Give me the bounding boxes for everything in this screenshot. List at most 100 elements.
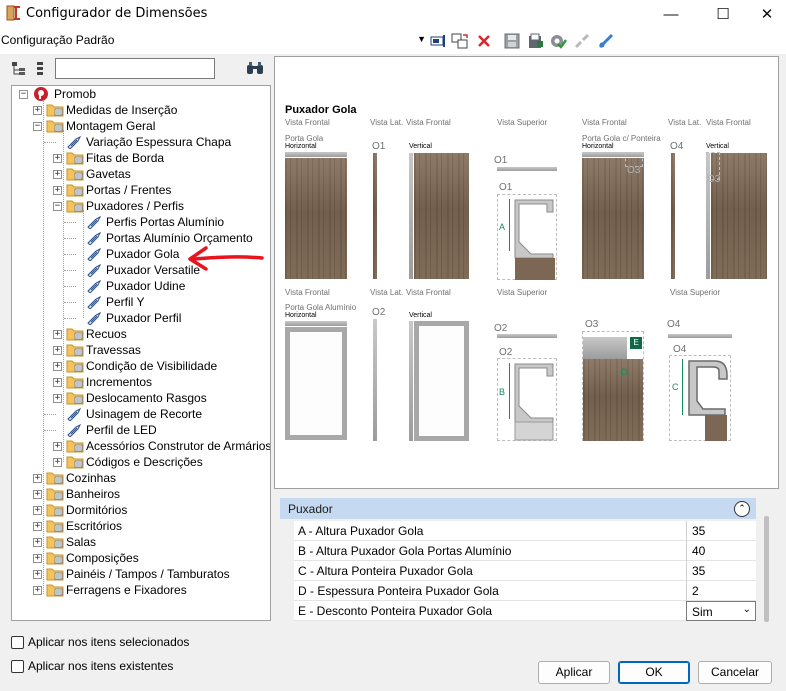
tree-item[interactable]: + Deslocamento Rasgos — [53, 390, 262, 406]
tree-item[interactable]: + Escritórios — [33, 518, 262, 534]
collapse-toggle[interactable]: − — [53, 202, 62, 211]
collapse-section-button[interactable]: ⌃ — [734, 501, 750, 517]
expand-toggle[interactable]: + — [33, 570, 42, 579]
tree-item[interactable]: Puxador Perfil — [64, 310, 262, 326]
property-row[interactable]: B - Altura Puxador Gola Portas Alumínio … — [280, 541, 756, 561]
expand-toggle[interactable]: + — [33, 506, 42, 515]
cancel-button[interactable]: Cancelar — [698, 661, 772, 684]
tree-item-label: Gavetas — [86, 167, 131, 181]
expand-toggle[interactable]: + — [33, 106, 42, 115]
property-row[interactable]: E - Desconto Ponteira Puxador Gola Sim ⌄ — [280, 601, 756, 621]
tree-item-label: Salas — [66, 535, 97, 549]
tree-item[interactable]: + Painéis / Tampos / Tamburatos — [33, 566, 262, 582]
expand-toggle[interactable]: + — [33, 522, 42, 531]
expand-toggle[interactable]: + — [33, 538, 42, 547]
copy-config-button[interactable] — [450, 31, 470, 51]
property-row[interactable]: D - Espessura Ponteira Puxador Gola 2 — [280, 581, 756, 601]
expand-toggle[interactable]: + — [53, 346, 62, 355]
apply-button[interactable]: Aplicar — [538, 661, 610, 684]
tree-item[interactable]: + Fitas de Borda — [53, 150, 262, 166]
expand-toggle[interactable]: + — [53, 186, 62, 195]
ok-button[interactable]: OK — [618, 661, 690, 684]
save-button[interactable] — [502, 31, 522, 51]
tree-item[interactable]: + Ferragens e Fixadores — [33, 582, 262, 598]
property-row[interactable]: A - Altura Puxador Gola 35 — [280, 521, 756, 541]
gola-profile-vertical — [409, 153, 413, 279]
property-value-input[interactable]: 35 — [686, 561, 756, 581]
tree-item-label: Composições — [66, 551, 139, 565]
door-side-view — [373, 153, 377, 279]
apply-selected-checkbox[interactable] — [11, 636, 24, 649]
minimize-button[interactable]: — — [648, 0, 694, 28]
link-button[interactable] — [596, 31, 616, 51]
tree-item[interactable]: Usinagem de Recorte — [44, 406, 262, 422]
save-icon — [504, 33, 520, 49]
tree-item[interactable]: Puxador Udine — [64, 278, 262, 294]
ponteira-top-view — [668, 334, 732, 338]
category-tree[interactable]: − Promob + Medidas de Inserção − Montagem G… — [11, 85, 271, 621]
expand-tree-button[interactable] — [10, 60, 28, 78]
property-row[interactable]: C - Altura Ponteira Puxador Gola 35 — [280, 561, 756, 581]
dimension-letter-a: A — [499, 222, 506, 232]
tree-item[interactable]: Perfil de LED — [44, 422, 262, 438]
apply-settings-button[interactable] — [548, 31, 568, 51]
expand-toggle[interactable]: + — [53, 394, 62, 403]
tree-item[interactable]: − Puxadores / Perfis — [53, 198, 262, 214]
apply-existing-checkbox[interactable] — [11, 660, 24, 673]
tree-item[interactable]: + Composições — [33, 550, 262, 566]
unlink-button[interactable] — [572, 31, 592, 51]
collapse-tree-button[interactable] — [33, 60, 51, 78]
tree-item[interactable]: + Incrementos — [53, 374, 262, 390]
tree-item[interactable]: + Salas — [33, 534, 262, 550]
tree-search-input[interactable] — [55, 58, 215, 79]
expand-toggle[interactable]: + — [53, 362, 62, 371]
marker-o2: O2 — [494, 323, 508, 334]
expand-toggle[interactable]: + — [53, 442, 62, 451]
property-value-input[interactable]: 2 — [686, 581, 756, 601]
tree-item[interactable]: + Portas / Frentes — [53, 182, 262, 198]
expand-toggle[interactable]: + — [53, 378, 62, 387]
apply-settings-icon — [551, 35, 567, 49]
expand-toggle[interactable]: + — [53, 170, 62, 179]
annotation-arrow-icon — [188, 246, 264, 271]
gola-profile-vertical — [409, 321, 413, 441]
rename-button[interactable] — [428, 31, 448, 51]
tree-item[interactable]: + Condição de Visibilidade — [53, 358, 262, 374]
configuration-select[interactable]: Configuração Padrão ▼ — [0, 31, 428, 51]
tree-root-promob[interactable]: − Promob — [18, 86, 258, 102]
tree-item[interactable]: + Códigos e Descrições — [53, 454, 262, 470]
close-window-button[interactable]: ✕ — [744, 0, 786, 28]
property-value-select[interactable]: Sim ⌄ — [686, 601, 756, 621]
tree-item[interactable]: + Recuos — [53, 326, 262, 342]
expand-toggle[interactable]: + — [53, 154, 62, 163]
folder-icon — [46, 567, 64, 581]
tree-item[interactable]: − Montagem Geral — [33, 118, 262, 134]
tree-item[interactable]: + Acessórios Construtor de Armários — [53, 438, 270, 454]
tree-item[interactable]: + Medidas de Inserção — [33, 102, 262, 118]
tree-item[interactable]: Perfis Portas Alumínio — [64, 214, 262, 230]
export-button[interactable] — [526, 31, 546, 51]
tree-item[interactable]: + Gavetas — [53, 166, 262, 182]
find-button[interactable] — [246, 60, 264, 78]
expand-toggle[interactable]: + — [53, 458, 62, 467]
expand-toggle[interactable]: + — [33, 474, 42, 483]
tree-item[interactable]: Perfil Y — [64, 294, 262, 310]
collapse-toggle[interactable]: − — [33, 122, 42, 131]
maximize-button[interactable]: ☐ — [700, 0, 746, 28]
tree-item[interactable]: + Cozinhas — [33, 470, 262, 486]
expand-toggle[interactable]: + — [33, 586, 42, 595]
property-value-input[interactable]: 35 — [686, 521, 756, 541]
expand-toggle[interactable]: + — [33, 490, 42, 499]
tree-item[interactable]: + Travessas — [53, 342, 262, 358]
expand-toggle[interactable]: + — [33, 554, 42, 563]
tree-item[interactable]: Variação Espessura Chapa — [44, 134, 262, 150]
properties-header[interactable] — [280, 498, 756, 519]
delete-config-button[interactable] — [474, 31, 494, 51]
expand-toggle[interactable]: + — [53, 330, 62, 339]
property-value-input[interactable]: 40 — [686, 541, 756, 561]
tree-item[interactable]: + Dormitórios — [33, 502, 262, 518]
marker-o2: O2 — [372, 307, 386, 318]
tree-item[interactable]: + Banheiros — [33, 486, 262, 502]
properties-scrollbar[interactable] — [764, 516, 769, 622]
collapse-toggle[interactable]: − — [19, 90, 28, 99]
